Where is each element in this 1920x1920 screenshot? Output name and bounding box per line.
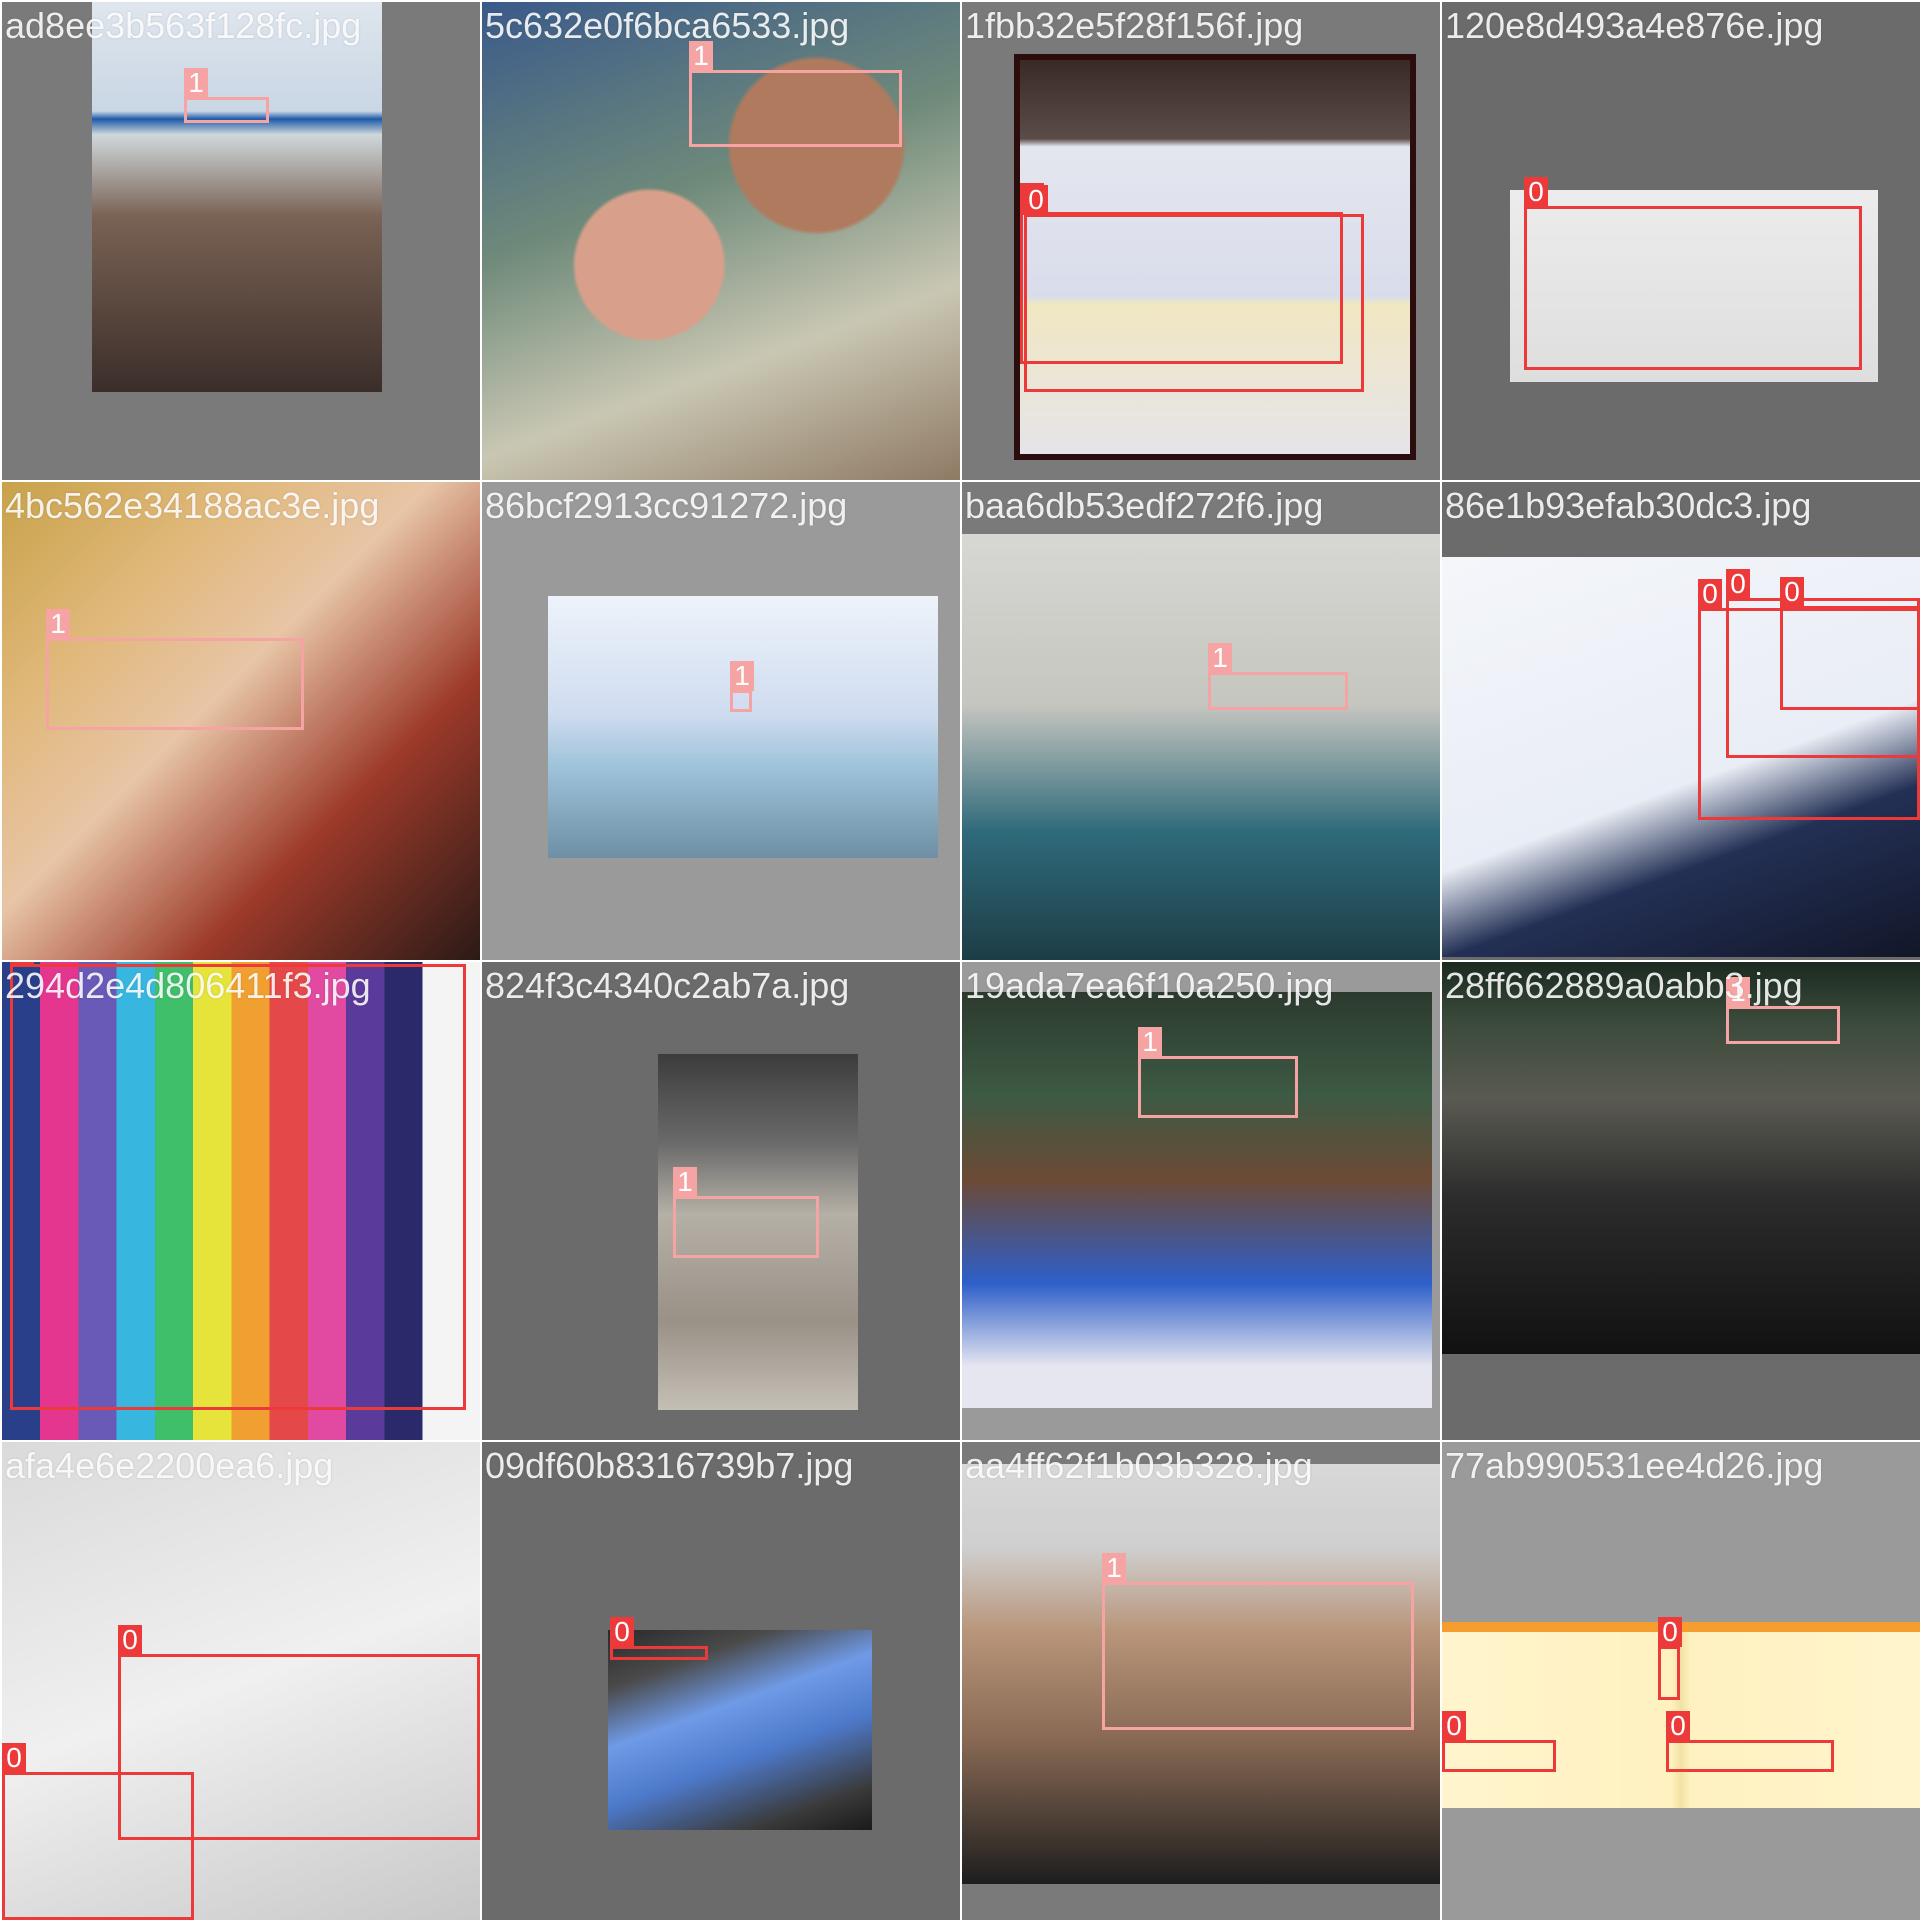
bounding-box: 0: [1658, 1617, 1682, 1700]
bbox-class-label: 0: [1780, 577, 1804, 607]
tile-filename: 86e1b93efab30dc3.jpg: [1445, 485, 1812, 526]
bbox-class-label: 0: [10, 962, 34, 965]
tile-filename: baa6db53edf272f6.jpg: [965, 485, 1324, 526]
photo-7: [962, 534, 1440, 960]
bbox-class-label: 0: [1698, 579, 1722, 609]
photo-14: [608, 1630, 872, 1830]
tile-16: 77ab990531ee4d26.jpg 0 0 0: [1442, 1442, 1920, 1920]
bounding-box: 1: [1208, 643, 1348, 710]
tile-3: 1fbb32e5f28f156f.jpg 0 0: [962, 2, 1440, 480]
tile-9: 294d2e4d806411f3.jpg 0: [2, 962, 480, 1440]
bounding-box: 0: [1524, 177, 1862, 370]
bbox-class-label: 1: [1102, 1553, 1126, 1583]
bounding-box: 0: [1780, 577, 1920, 710]
bbox-class-label: 1: [46, 609, 70, 639]
bounding-box: 1: [1726, 977, 1840, 1044]
tile-filename: 824f3c4340c2ab7a.jpg: [485, 965, 850, 1006]
bounding-box: 1: [1138, 1027, 1298, 1118]
bbox-class-label: 1: [184, 68, 208, 98]
image-mosaic-grid: ad8ee3b563f128fc.jpg 1 5c632e0f6bca6533.…: [0, 0, 1920, 1920]
tile-filename: 09df60b8316739b7.jpg: [485, 1445, 854, 1486]
tile-6: 86bcf2913cc91272.jpg 1: [482, 482, 960, 960]
tile-14: 09df60b8316739b7.jpg 0: [482, 1442, 960, 1920]
tile-1: ad8ee3b563f128fc.jpg 1: [2, 2, 480, 480]
bbox-class-label: 1: [1726, 977, 1750, 1007]
tile-7: baa6db53edf272f6.jpg 1: [962, 482, 1440, 960]
bounding-box: 0: [1442, 1711, 1556, 1772]
tile-filename: 1fbb32e5f28f156f.jpg: [965, 5, 1304, 46]
bounding-box: 0: [1666, 1711, 1834, 1772]
photo-1: [92, 2, 382, 392]
bbox-class-label: 0: [118, 1625, 142, 1655]
bounding-box: 1: [730, 661, 754, 712]
photo-12: [1442, 962, 1920, 1354]
bounding-box: 0: [610, 1617, 708, 1660]
bbox-class-label: 1: [730, 661, 754, 691]
bbox-class-label: 0: [1726, 569, 1750, 599]
tile-filename: 86bcf2913cc91272.jpg: [485, 485, 848, 526]
tile-filename: 77ab990531ee4d26.jpg: [1445, 1445, 1824, 1486]
bounding-box: 0: [10, 962, 466, 1410]
bbox-class-label: 1: [689, 41, 713, 71]
bounding-box: 0: [1024, 185, 1364, 392]
bounding-box: 1: [184, 68, 269, 123]
tile-2: 5c632e0f6bca6533.jpg 1: [482, 2, 960, 480]
bounding-box: 0: [2, 1743, 194, 1920]
bbox-class-label: 0: [1524, 177, 1548, 207]
tile-4: 120e8d493a4e876e.jpg 0: [1442, 2, 1920, 480]
bbox-class-label: 1: [1208, 643, 1232, 673]
tile-5: 4bc562e34188ac3e.jpg 1: [2, 482, 480, 960]
tile-13: afa4e6e2200ea6.jpg 0 0: [2, 1442, 480, 1920]
bounding-box: 1: [1102, 1553, 1414, 1730]
bbox-class-label: 0: [1666, 1711, 1690, 1741]
photo-11: [962, 992, 1432, 1408]
bbox-class-label: 0: [1024, 185, 1048, 215]
bbox-class-label: 1: [673, 1167, 697, 1197]
photo-6: [548, 596, 938, 858]
bbox-class-label: 0: [610, 1617, 634, 1647]
bounding-box: 1: [673, 1167, 819, 1258]
bounding-box: 1: [689, 41, 902, 147]
tile-11: 19ada7ea6f10a250.jpg 1: [962, 962, 1440, 1440]
bbox-class-label: 1: [1138, 1027, 1162, 1057]
tile-15: aa4ff62f1b03b328.jpg 1: [962, 1442, 1440, 1920]
bbox-class-label: 0: [2, 1743, 26, 1773]
tile-12: 28ff662889a0abb3.jpg 1: [1442, 962, 1920, 1440]
tile-10: 824f3c4340c2ab7a.jpg 1: [482, 962, 960, 1440]
bbox-class-label: 0: [1442, 1711, 1466, 1741]
tile-8: 86e1b93efab30dc3.jpg 0 0 0: [1442, 482, 1920, 960]
bbox-class-label: 0: [1658, 1617, 1682, 1647]
tile-filename: 120e8d493a4e876e.jpg: [1445, 5, 1824, 46]
bounding-box: 1: [46, 609, 304, 730]
